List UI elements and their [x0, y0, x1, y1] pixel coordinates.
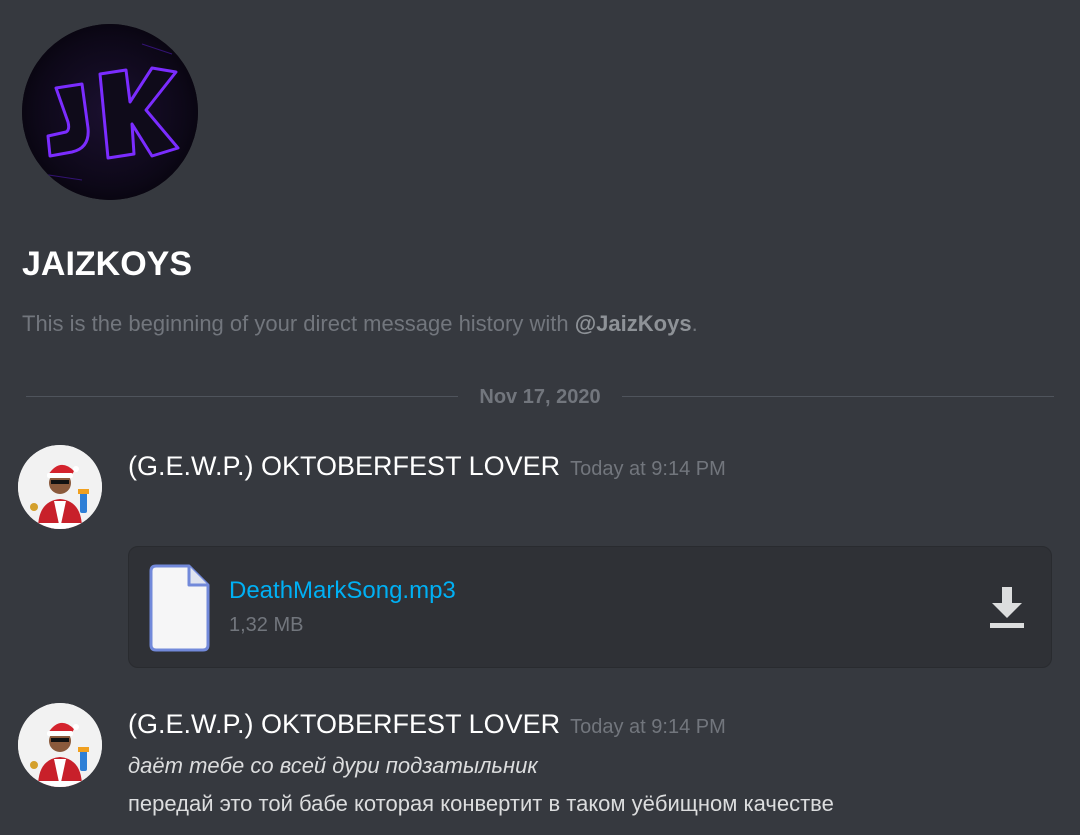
date-divider: Nov 17, 2020 — [26, 383, 1054, 411]
file-icon — [147, 563, 211, 653]
message-timestamp[interactable]: Today at 9:14 PM — [570, 458, 726, 480]
message-author-avatar[interactable] — [18, 445, 102, 529]
message-header: (G.E.W.P.) OKTOBERFEST LOVER Today at 9:1… — [128, 704, 726, 744]
message-text-line: даёт тебе со всей дури подзатыльник — [128, 753, 538, 778]
divider-line-right — [622, 396, 1054, 397]
dm-intro-text: This is the beginning of your direct mes… — [22, 308, 698, 340]
message-author[interactable]: (G.E.W.P.) OKTOBERFEST LOVER — [128, 451, 560, 481]
message-author[interactable]: (G.E.W.P.) OKTOBERFEST LOVER — [128, 709, 560, 739]
message-text-line: передай это той бабе которая конвертит в… — [128, 791, 834, 816]
attachment-file-name[interactable]: DeathMarkSong.mp3 — [229, 575, 456, 607]
user-mention[interactable]: @JaizKoys — [575, 311, 692, 336]
dm-recipient-avatar[interactable] — [22, 24, 198, 200]
message-timestamp[interactable]: Today at 9:14 PM — [570, 716, 726, 738]
dm-recipient-name: JAIZKOYS — [22, 245, 193, 283]
dm-channel: JAIZKOYS This is the beginning of your d… — [0, 0, 1080, 835]
download-icon[interactable] — [987, 585, 1027, 629]
message-header: (G.E.W.P.) OKTOBERFEST LOVER Today at 9:1… — [128, 446, 726, 486]
file-attachment: DeathMarkSong.mp3 1,32 MB — [128, 546, 1052, 668]
attachment-file-size: 1,32 MB — [229, 614, 304, 636]
dm-intro-suffix: . — [691, 311, 698, 336]
message-author-avatar[interactable] — [18, 703, 102, 787]
divider-line-left — [26, 396, 458, 397]
dm-intro-prefix: This is the beginning of your direct mes… — [22, 311, 575, 336]
divider-date: Nov 17, 2020 — [479, 386, 601, 408]
